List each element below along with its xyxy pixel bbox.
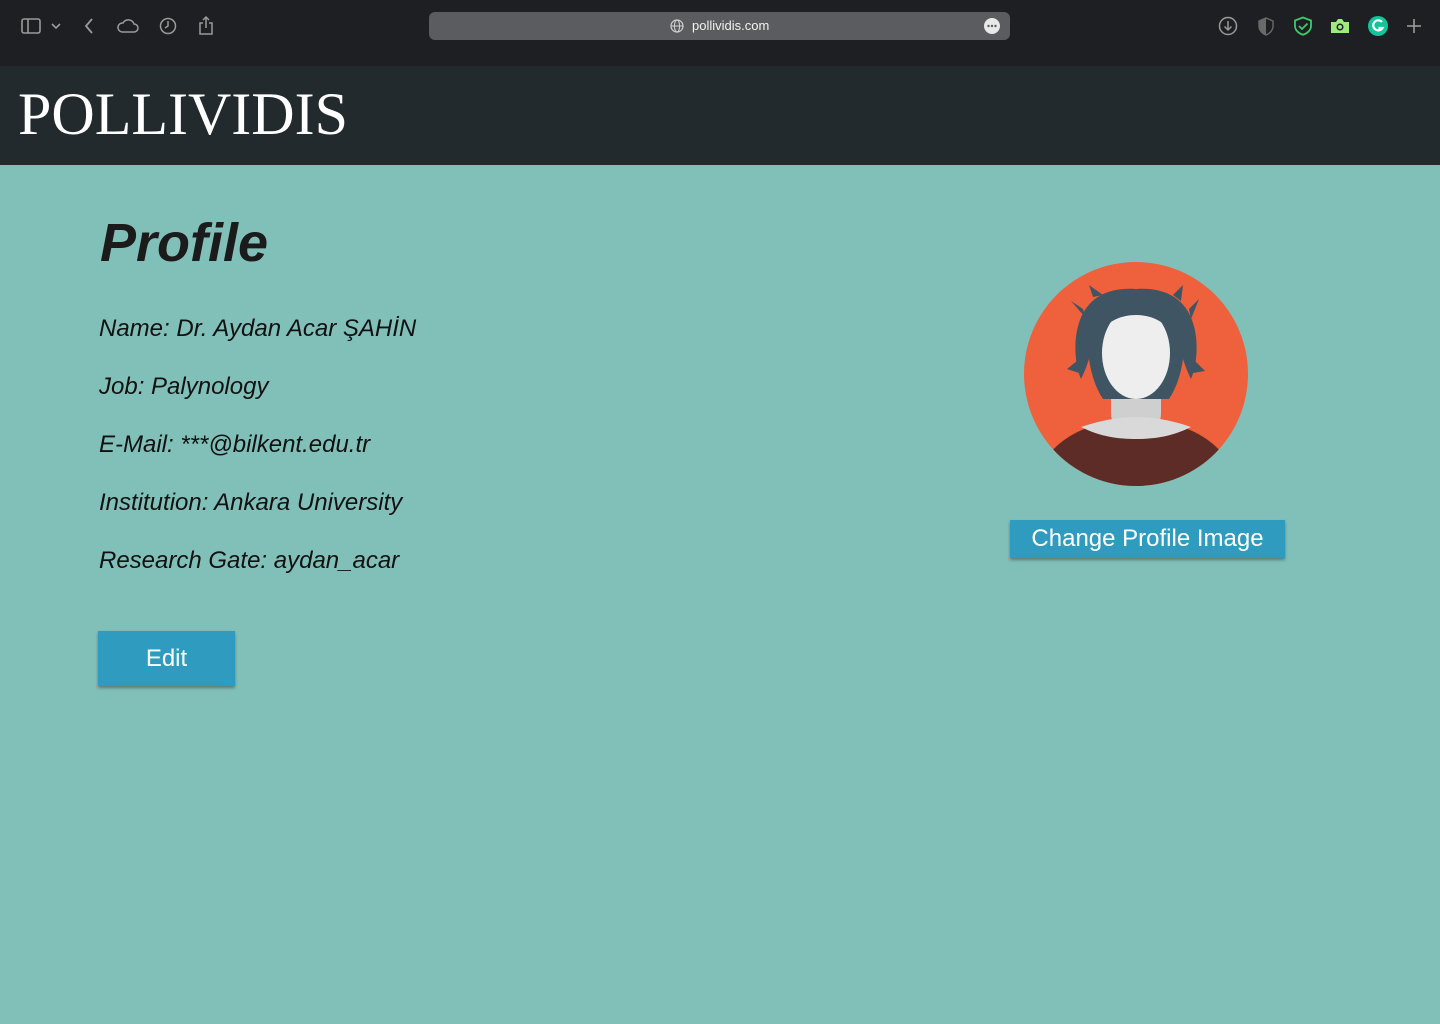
globe-icon [670, 19, 684, 33]
download-icon[interactable] [1216, 14, 1240, 38]
profile-institution: Institution: Ankara University [99, 489, 403, 516]
history-icon[interactable] [156, 14, 180, 38]
shield-half-icon[interactable] [1254, 14, 1278, 38]
profile-research-gate: Research Gate: aydan_acar [99, 547, 400, 574]
profile-name: Name: Dr. Aydan Acar ŞAHİN [99, 315, 417, 342]
edit-button[interactable]: Edit [98, 631, 235, 686]
cloud-icon[interactable] [115, 14, 141, 38]
plus-icon[interactable] [1402, 14, 1426, 38]
change-profile-image-button[interactable]: Change Profile Image [1010, 520, 1285, 558]
profile-email: E-Mail: ***@bilkent.edu.tr [99, 431, 371, 458]
back-icon[interactable] [77, 14, 101, 38]
chevron-down-icon[interactable] [46, 14, 66, 38]
avatar [1023, 261, 1249, 487]
share-icon[interactable] [194, 14, 218, 38]
address-bar[interactable]: pollividis.com [429, 12, 1010, 40]
camera-icon[interactable] [1328, 14, 1352, 38]
page-title: Profile [100, 213, 269, 273]
avatar-image [1024, 262, 1248, 486]
site-header: POLLIVIDIS [0, 66, 1440, 165]
grammarly-icon[interactable] [1366, 14, 1390, 38]
shield-check-icon[interactable] [1291, 14, 1315, 38]
more-icon[interactable] [984, 18, 1000, 34]
sidebar-icon[interactable] [19, 14, 43, 38]
url-text: pollividis.com [692, 18, 770, 33]
browser-toolbar: pollividis.com [0, 0, 1440, 66]
profile-job: Job: Palynology [99, 373, 269, 400]
site-logo[interactable]: POLLIVIDIS [18, 84, 348, 144]
